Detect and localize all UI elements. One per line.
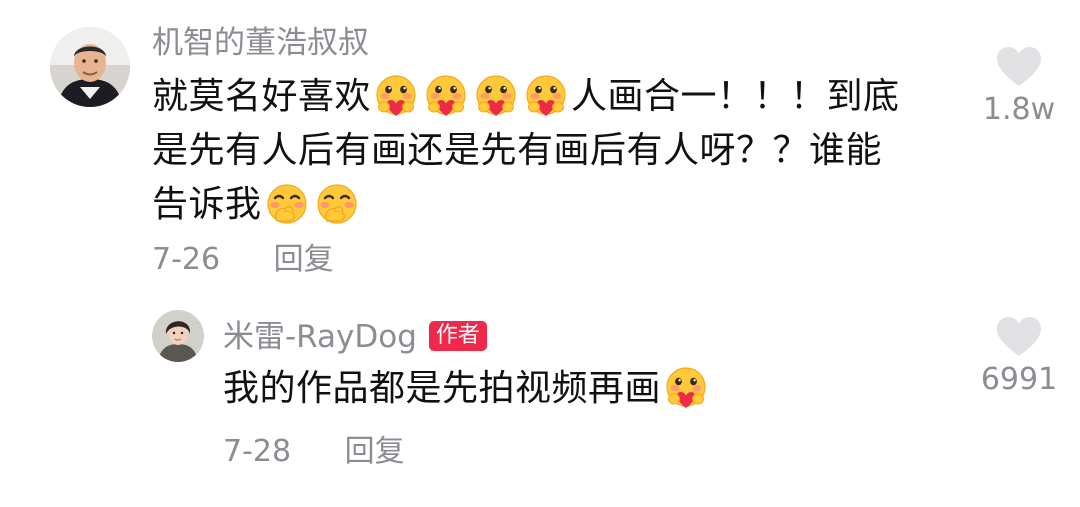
reply-button[interactable]: 回复 xyxy=(274,242,334,277)
reply-text: 我的作品都是先拍视频再画 xyxy=(223,362,711,416)
reply-meta: 7-28 回复 xyxy=(223,432,405,472)
heart-hug-emoji xyxy=(422,73,470,121)
comment-text: 就莫名好喜欢 人画合一！！！到底 是先有人后有画还是先有画后有人呀？？谁能 告诉… xyxy=(152,70,900,232)
heart-icon xyxy=(997,47,1041,86)
heart-hug-emoji xyxy=(522,73,570,121)
comment-meta: 7-26 回复 xyxy=(152,240,334,280)
comment-text-line: 告诉我 xyxy=(152,184,262,225)
heart-hug-emoji xyxy=(662,365,710,413)
like-count: 6991 xyxy=(980,362,1058,397)
reply-text-line: 我的作品都是先拍视频再画 xyxy=(223,368,662,409)
reply-button[interactable]: 回复 xyxy=(345,434,405,469)
like-button[interactable]: 1.8w xyxy=(969,46,1069,128)
reply-date: 7-28 xyxy=(223,434,292,469)
shy-blush-emoji xyxy=(313,181,361,229)
comment-text-line: 人画合一！！！到底 xyxy=(571,76,900,117)
comment-username[interactable]: 机智的董浩叔叔 xyxy=(152,23,369,63)
comment-date: 7-26 xyxy=(152,242,221,277)
like-count: 1.8w xyxy=(982,92,1056,127)
avatar[interactable] xyxy=(50,27,130,107)
comment-thread: 机智的董浩叔叔 就莫名好喜欢 人画合一！！！到底 是先有人后有画还是先有画后有人… xyxy=(0,0,1080,507)
heart-hug-emoji xyxy=(372,73,420,121)
reply-username[interactable]: 米雷-RayDog 作者 xyxy=(223,317,487,357)
comment-text-line: 就莫名好喜欢 xyxy=(152,76,372,117)
avatar[interactable] xyxy=(152,310,204,362)
heart-icon xyxy=(997,317,1041,356)
shy-blush-emoji xyxy=(263,181,311,229)
comment-text-line: 是先有人后有画还是先有画后有人呀？？谁能 xyxy=(152,130,883,171)
heart-hug-emoji xyxy=(472,73,520,121)
like-button[interactable]: 6991 xyxy=(969,316,1069,398)
author-badge: 作者 xyxy=(428,321,487,351)
